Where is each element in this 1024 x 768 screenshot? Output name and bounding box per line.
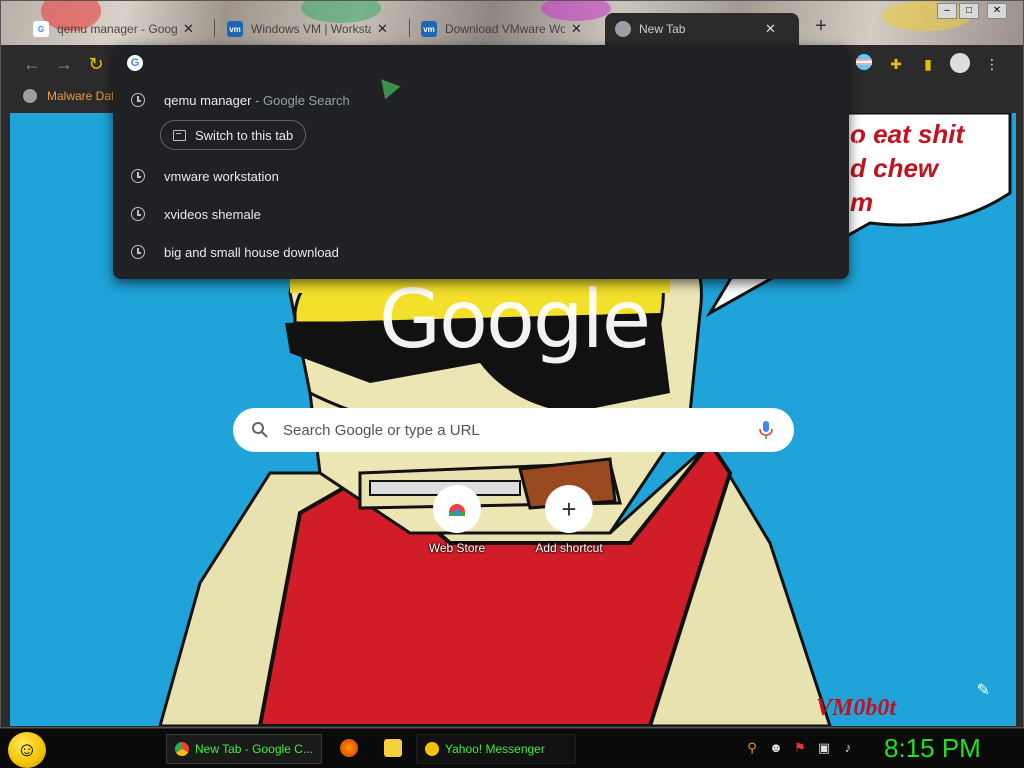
taskbar-task-chrome[interactable]: New Tab - Google C... (166, 734, 322, 764)
tab-label: New Tab (639, 22, 686, 36)
bubble-caption: o eat shit d chew m (850, 117, 1010, 219)
close-tab-icon[interactable]: ✕ (765, 21, 776, 37)
google-apps-icon[interactable] (972, 137, 990, 155)
vmware-icon: vm (227, 21, 243, 37)
globe-icon (23, 89, 37, 103)
tab-qemu-manager[interactable]: G qemu manager - Goog ✕ (23, 13, 213, 45)
artist-signature: VM0b0t (816, 695, 897, 721)
customize-pencil-icon[interactable]: ✎ (977, 680, 990, 700)
images-link[interactable]: Images (879, 138, 918, 152)
bookmark-malware-data[interactable]: Malware Dat (23, 89, 114, 103)
suggestion-query: big and small house download (164, 244, 339, 260)
chrome-icon (615, 21, 631, 37)
tab-icon (173, 129, 186, 141)
shortcut-web-store[interactable]: Web Store (412, 485, 502, 555)
omnibox-input[interactable]: G (127, 54, 827, 72)
close-window-button[interactable]: ✕ (987, 3, 1007, 19)
chrome-icon (175, 742, 189, 756)
close-tab-icon[interactable]: ✕ (183, 21, 194, 37)
suggestion-suffix: - Google Search (251, 92, 350, 108)
bookmark-label: Malware Dat (47, 89, 115, 103)
extensions-icon[interactable]: ✚ (885, 53, 907, 75)
volume-icon[interactable]: ♪ (840, 740, 856, 756)
clock-icon (131, 169, 145, 183)
tab-label: Download VMware Wo (445, 22, 565, 36)
tab-new-tab[interactable]: New Tab ✕ (605, 13, 799, 45)
web-store-graphic (449, 504, 465, 516)
tab-strip: G qemu manager - Goog ✕ vm Windows VM | … (1, 1, 1023, 45)
switch-to-tab-label: Switch to this tab (195, 127, 294, 143)
microphone-icon[interactable] (758, 420, 774, 440)
menu-kebab-icon[interactable]: ⋮ (981, 53, 1003, 75)
suggestion-qemu-manager[interactable]: qemu manager - Google Search (113, 81, 849, 119)
vmware-icon: vm (421, 21, 437, 37)
google-icon: G (33, 21, 49, 37)
ntp-search-box[interactable]: Search Google or type a URL (233, 408, 794, 452)
omnibox-dropdown: G qemu manager - Google Search Switch to… (113, 45, 849, 279)
search-icon (252, 422, 268, 438)
task-label: New Tab - Google C... (195, 742, 313, 756)
clock-icon (131, 93, 145, 107)
plus-icon: + (545, 485, 593, 533)
suggestion-big-and-small-house[interactable]: big and small house download (113, 233, 849, 271)
google-icon: G (127, 55, 143, 71)
forward-button[interactable]: → (53, 53, 75, 75)
taskbar-clock[interactable]: 8:15 PM (884, 733, 981, 764)
tab-label: Windows VM | Workstat (251, 22, 371, 36)
side-panel-icon[interactable]: ▮ (917, 53, 939, 75)
search-placeholder: Search Google or type a URL (283, 421, 480, 439)
start-button-smiley-icon[interactable]: ☺ (8, 732, 46, 768)
bubble-line: m (850, 187, 874, 217)
chrome-web-store-icon (433, 485, 481, 533)
close-tab-icon[interactable]: ✕ (571, 21, 582, 37)
chrome-window: G qemu manager - Goog ✕ vm Windows VM | … (0, 0, 1024, 728)
shortcut-add[interactable]: + Add shortcut (524, 485, 614, 555)
new-tab-button[interactable]: + (809, 15, 833, 39)
task-label: Yahoo! Messenger (445, 742, 545, 756)
maximize-button[interactable]: □ (959, 3, 979, 19)
suggestion-query: qemu manager (164, 92, 252, 108)
suggestion-query: xvideos shemale (164, 206, 261, 222)
clock-icon (131, 245, 145, 259)
suggestion-query: vmware workstation (164, 168, 279, 184)
theme-splash (881, 1, 971, 31)
flag-icon[interactable]: ⚑ (792, 740, 808, 756)
tab-label: qemu manager - Goog (57, 22, 177, 36)
flag-graphic (856, 54, 872, 70)
pride-flag-extension-icon[interactable] (853, 53, 875, 75)
desktop: G qemu manager - Goog ✕ vm Windows VM | … (0, 0, 1024, 768)
tab-download-vmware[interactable]: vm Download VMware Wo ✕ (411, 13, 601, 45)
close-tab-icon[interactable]: ✕ (377, 21, 388, 37)
tab-separator (409, 19, 410, 37)
suggestion-history-3[interactable]: xvideos shemale (113, 195, 849, 233)
shortcut-label: Web Store (428, 541, 486, 555)
suggestion-text: qemu manager - Google Search (164, 93, 350, 108)
reload-button[interactable]: ↻ (85, 53, 107, 75)
folder-icon[interactable] (384, 739, 402, 757)
tab-separator (214, 19, 215, 37)
minimize-button[interactable]: – (937, 3, 957, 19)
avatar (950, 53, 970, 73)
yahoo-messenger-icon (425, 742, 439, 756)
taskbar-task-yahoo-messenger[interactable]: Yahoo! Messenger (416, 734, 576, 764)
profile-avatar[interactable] (949, 53, 971, 75)
messenger-icon[interactable]: ☻ (768, 740, 784, 756)
taskbar: ☺ New Tab - Google C... Yahoo! Messenger… (0, 728, 1024, 768)
clock-icon (131, 207, 145, 221)
back-button[interactable]: ← (21, 53, 43, 75)
shortcut-label: Add shortcut (535, 541, 603, 555)
firefox-icon[interactable] (340, 739, 358, 757)
tab-windows-vm[interactable]: vm Windows VM | Workstat ✕ (217, 13, 407, 45)
bubble-line: d chew (850, 153, 939, 183)
suggestion-vmware-workstation[interactable]: vmware workstation (113, 157, 849, 195)
search-icon[interactable]: ⚲ (744, 740, 760, 756)
network-icon[interactable]: ▣ (816, 740, 832, 756)
switch-to-tab-button[interactable]: Switch to this tab (160, 120, 307, 150)
google-logo: Google (379, 273, 651, 366)
